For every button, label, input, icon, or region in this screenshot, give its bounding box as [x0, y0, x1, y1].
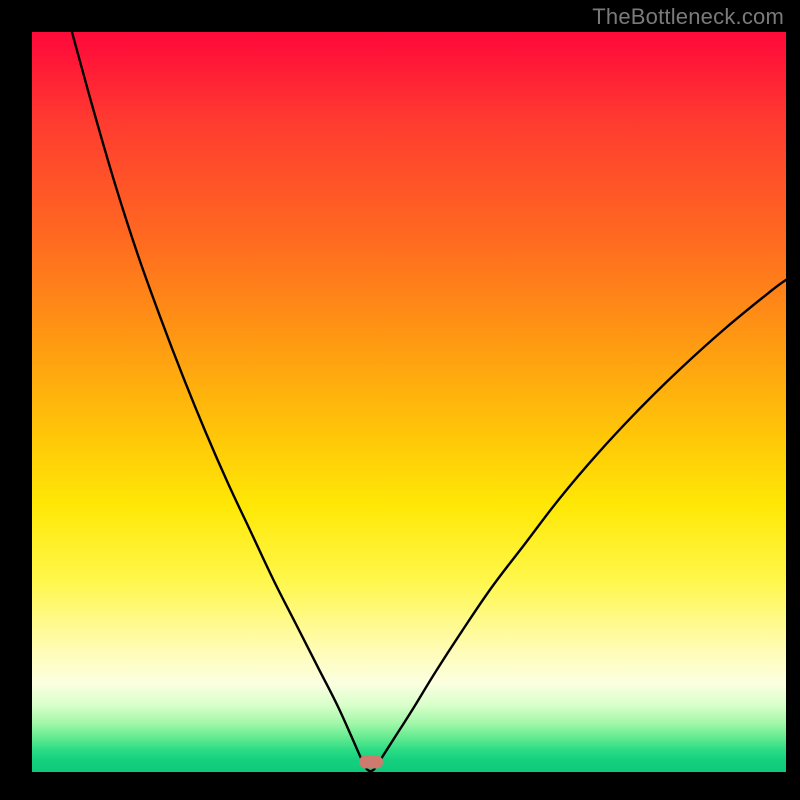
watermark-text: TheBottleneck.com	[592, 4, 784, 30]
chart-frame: TheBottleneck.com	[0, 0, 800, 800]
plot-area	[32, 32, 786, 772]
minimum-marker-pill	[359, 756, 383, 769]
bottleneck-curve	[32, 32, 786, 772]
